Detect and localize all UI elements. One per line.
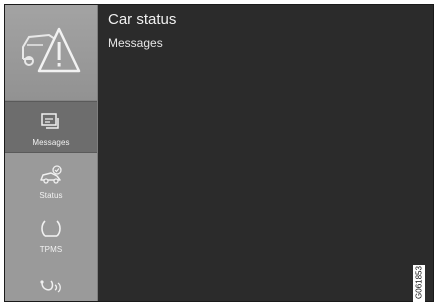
app-icon-tile — [5, 5, 97, 101]
sidebar-item-label: Status — [39, 191, 63, 200]
sidebar: Messages Status TPMS — [5, 5, 98, 301]
sidebar-item-label: Messages — [32, 138, 70, 147]
screen-frame: Messages Status TPMS Car status Messages — [4, 4, 434, 302]
main-panel: Car status Messages — [98, 5, 433, 301]
sidebar-item-messages[interactable]: Messages — [5, 101, 97, 153]
tire-pressure-icon — [41, 220, 61, 237]
page-subtitle: Messages — [108, 36, 163, 50]
page-title: Car status — [108, 11, 177, 28]
sidebar-item-label: TPMS — [39, 245, 63, 254]
service-icon — [40, 280, 61, 293]
figure-code-text: G061853 — [414, 266, 424, 299]
sidebar-item-service[interactable] — [5, 263, 97, 301]
car-status-icon — [40, 165, 62, 184]
sidebar-item-status[interactable]: Status — [5, 155, 97, 207]
figure-reference-code: G061853 — [413, 265, 425, 305]
sidebar-item-tpms[interactable]: TPMS — [5, 209, 97, 261]
car-warning-icon — [22, 27, 81, 73]
messages-icon — [41, 113, 59, 129]
